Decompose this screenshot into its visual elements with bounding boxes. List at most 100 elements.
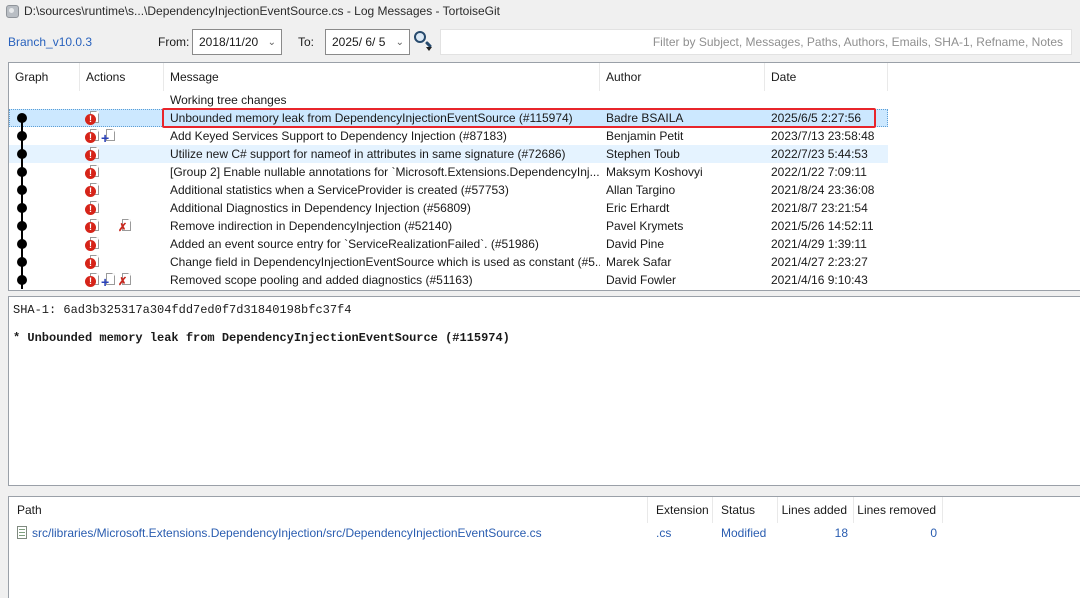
modified-file-icon: ! <box>85 128 101 144</box>
file-icon <box>17 526 27 539</box>
column-header-date[interactable]: Date <box>765 63 888 91</box>
commit-detail-pane: SHA-1: 6ad3b325317a304fdd7ed0f7d31840198… <box>8 296 1080 486</box>
table-row[interactable]: !+✗ Removed scope pooling and added diag… <box>9 271 1080 289</box>
from-date-combobox[interactable]: 2018/11/20 ⌄ <box>192 29 282 55</box>
modified-file-icon: ! <box>85 110 101 126</box>
actions-cell <box>80 91 164 109</box>
table-row[interactable]: ! Added an event source entry for `Servi… <box>9 235 1080 253</box>
table-row[interactable]: ! [Group 2] Enable nullable annotations … <box>9 163 1080 181</box>
log-message: Additional statistics when a ServiceProv… <box>164 181 600 199</box>
to-date-combobox[interactable]: 2025/ 6/ 5 ⌄ <box>325 29 410 55</box>
actions-cell: !✗ <box>80 217 164 235</box>
log-date: 2021/8/7 23:21:54 <box>765 199 888 217</box>
deleted-file-icon: ✗ <box>117 218 133 234</box>
log-message: Add Keyed Services Support to Dependency… <box>164 127 600 145</box>
log-author: Badre BSAILA <box>600 109 765 127</box>
log-message: Working tree changes <box>164 91 600 109</box>
column-header-path[interactable]: Path <box>9 497 648 523</box>
log-date: 2022/1/22 7:09:11 <box>765 163 888 181</box>
log-author: Allan Targino <box>600 181 765 199</box>
graph-cell <box>9 145 80 163</box>
graph-cell <box>9 127 80 145</box>
magnifier-lens <box>414 31 426 43</box>
log-message: Remove indirection in DependencyInjectio… <box>164 217 600 235</box>
commit-dot-icon <box>17 221 27 231</box>
log-message: [Group 2] Enable nullable annotations fo… <box>164 163 600 181</box>
commit-dot-icon <box>17 275 27 285</box>
table-row[interactable]: ! Additional statistics when a ServicePr… <box>9 181 1080 199</box>
graph-cell <box>9 217 80 235</box>
commit-dot-icon <box>17 203 27 213</box>
commit-dot-icon <box>17 149 27 159</box>
actions-cell: !+ <box>80 127 164 145</box>
from-date-value: 2018/11/20 <box>199 35 258 49</box>
table-row[interactable]: !+ Add Keyed Services Support to Depende… <box>9 127 1080 145</box>
branch-link[interactable]: Branch_v10.0.3 <box>8 35 92 49</box>
from-label: From: <box>158 35 189 49</box>
modified-file-icon: ! <box>85 272 101 288</box>
table-row[interactable]: !✗ Remove indirection in DependencyInjec… <box>9 217 1080 235</box>
table-row[interactable]: ! Utilize new C# support for nameof in a… <box>9 145 1080 163</box>
log-date: 2025/6/5 2:27:56 <box>765 109 888 127</box>
column-header-message[interactable]: Message <box>164 63 600 91</box>
log-date: 2021/4/16 9:10:43 <box>765 271 888 289</box>
column-header-lines-added[interactable]: Lines added <box>778 497 854 523</box>
column-header-lines-removed[interactable]: Lines removed <box>854 497 943 523</box>
file-column-headers: Path Extension Status Lines added Lines … <box>9 497 1080 523</box>
modified-file-icon: ! <box>85 146 101 162</box>
graph-cell <box>9 199 80 217</box>
actions-cell: ! <box>80 181 164 199</box>
file-lines-removed: 0 <box>854 523 943 543</box>
added-file-icon: + <box>101 128 117 144</box>
column-header-filler <box>943 497 1080 523</box>
commit-dot-icon <box>17 131 27 141</box>
column-header-extension[interactable]: Extension <box>648 497 713 523</box>
log-message: Removed scope pooling and added diagnost… <box>164 271 600 289</box>
deleted-file-icon: ✗ <box>117 272 133 288</box>
title-bar: D:\sources\runtime\s...\DependencyInject… <box>0 0 1080 22</box>
graph-cell <box>9 91 80 109</box>
column-header-actions[interactable]: Actions <box>80 63 164 91</box>
table-row[interactable]: ! Unbounded memory leak from DependencyI… <box>9 109 1080 127</box>
log-author: Stephen Toub <box>600 145 765 163</box>
table-row[interactable]: Working tree changes <box>9 91 1080 109</box>
filter-input[interactable] <box>440 29 1072 55</box>
log-author: Eric Erhardt <box>600 199 765 217</box>
log-date <box>765 91 888 109</box>
chevron-down-icon[interactable]: ⌄ <box>268 37 281 48</box>
search-icon[interactable] <box>412 30 436 54</box>
log-column-headers: Graph Actions Message Author Date <box>9 63 1080 91</box>
log-message: Utilize new C# support for nameof in att… <box>164 145 600 163</box>
log-author: Benjamin Petit <box>600 127 765 145</box>
chevron-down-icon[interactable]: ⌄ <box>396 37 409 48</box>
graph-cell <box>9 109 80 127</box>
log-author: Maksym Koshovyi <box>600 163 765 181</box>
commit-dot-icon <box>17 113 27 123</box>
log-message: Additional Diagnostics in Dependency Inj… <box>164 199 600 217</box>
log-author: David Fowler <box>600 271 765 289</box>
changed-files-pane: Path Extension Status Lines added Lines … <box>8 496 1080 598</box>
table-row[interactable]: ! Change field in DependencyInjectionEve… <box>9 253 1080 271</box>
log-author <box>600 91 765 109</box>
column-header-status[interactable]: Status <box>713 497 778 523</box>
file-row[interactable]: src/libraries/Microsoft.Extensions.Depen… <box>9 523 1080 543</box>
table-row[interactable]: ! Additional Diagnostics in Dependency I… <box>9 199 1080 217</box>
actions-cell: ! <box>80 199 164 217</box>
log-author: David Pine <box>600 235 765 253</box>
file-extension: .cs <box>648 523 713 543</box>
graph-cell <box>9 253 80 271</box>
commit-dot-icon <box>17 167 27 177</box>
actions-cell: ! <box>80 109 164 127</box>
modified-file-icon: ! <box>85 164 101 180</box>
log-date: 2021/8/24 23:36:08 <box>765 181 888 199</box>
actions-cell: ! <box>80 163 164 181</box>
column-header-author[interactable]: Author <box>600 63 765 91</box>
commit-subject-line: * Unbounded memory leak from DependencyI… <box>13 331 1076 345</box>
log-date: 2021/4/29 1:39:11 <box>765 235 888 253</box>
commit-dot-icon <box>17 257 27 267</box>
to-label: To: <box>298 35 314 49</box>
actions-cell: ! <box>80 235 164 253</box>
search-dropdown-caret[interactable] <box>426 47 432 51</box>
column-header-graph[interactable]: Graph <box>9 63 80 91</box>
to-date-value: 2025/ 6/ 5 <box>332 35 385 49</box>
